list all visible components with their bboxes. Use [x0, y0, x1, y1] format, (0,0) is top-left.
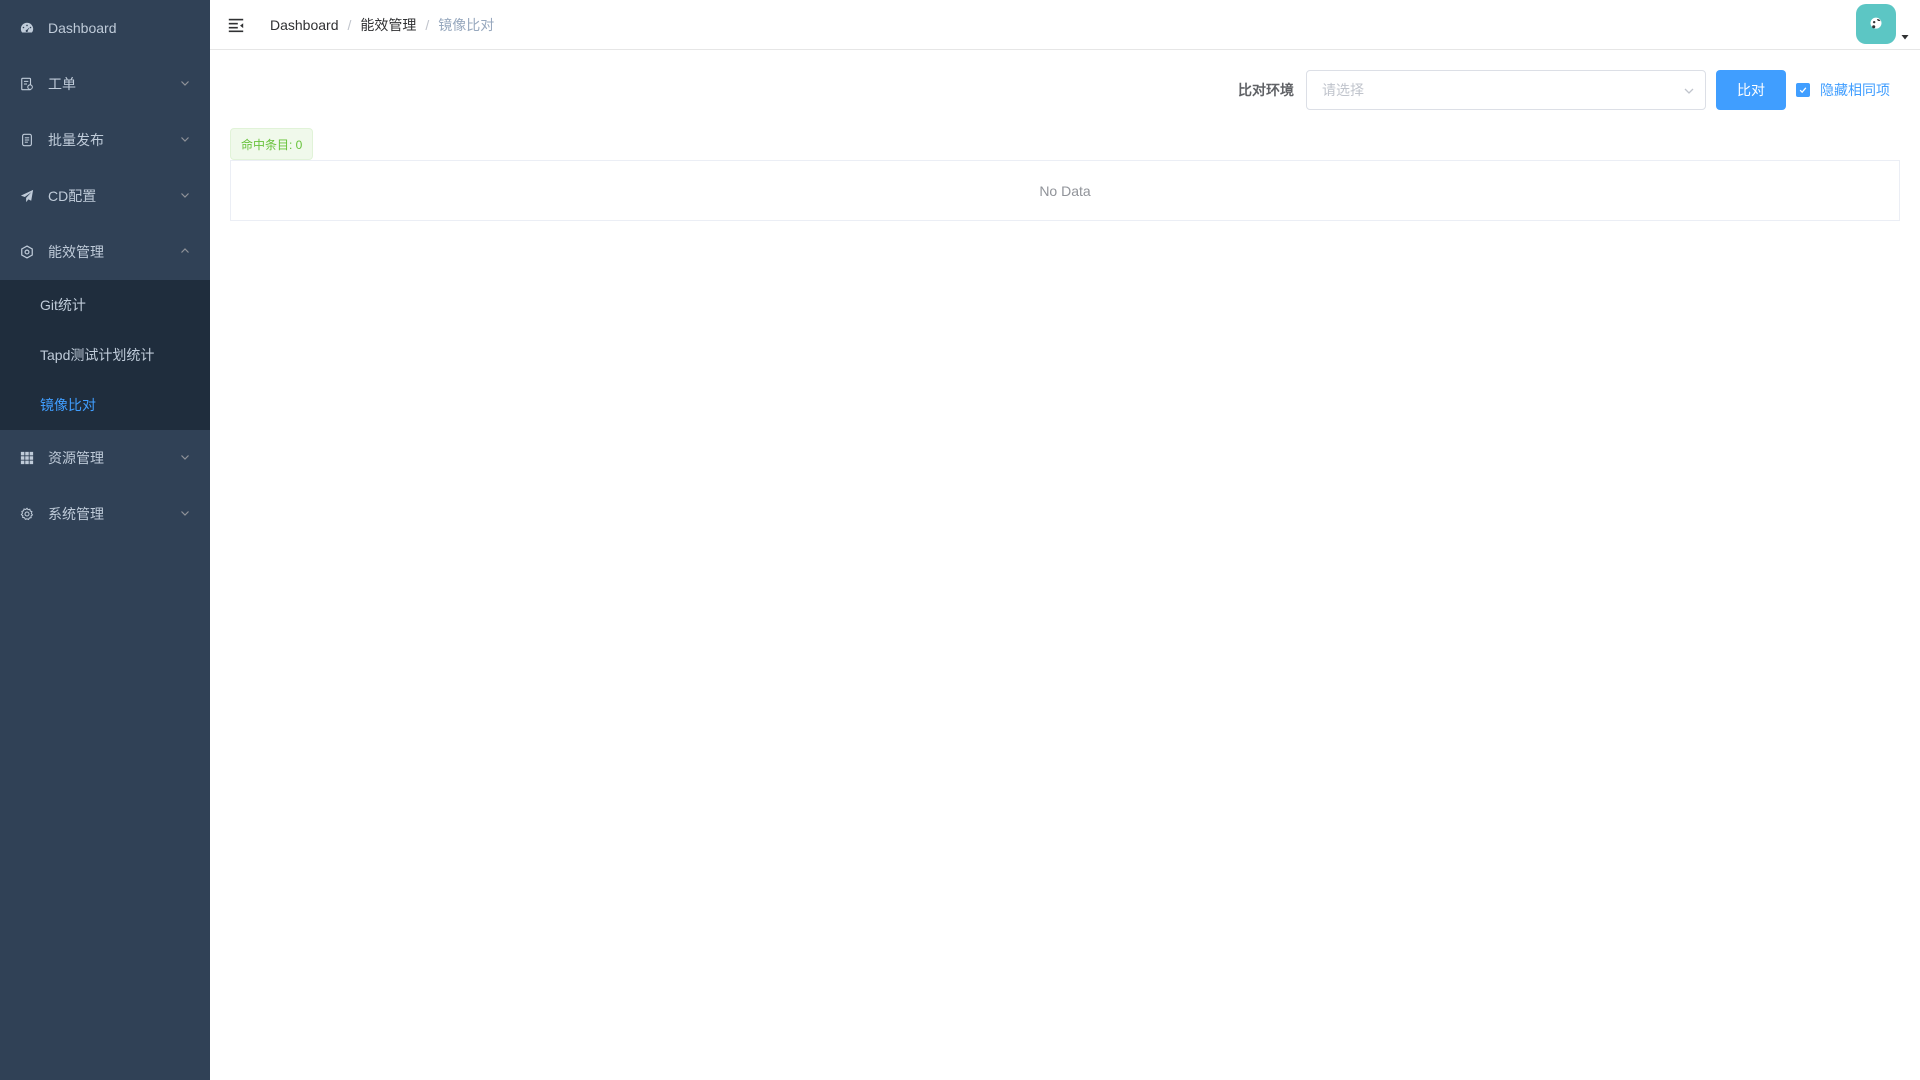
main-area: Dashboard / 能效管理 / 镜像比对 比对环境 请选择 比对 隐藏相同…	[210, 0, 1920, 1080]
breadcrumb-separator: /	[425, 16, 430, 33]
breadcrumb: Dashboard / 能效管理 / 镜像比对	[270, 15, 494, 35]
env-select[interactable]: 请选择	[1306, 70, 1706, 110]
breadcrumb-separator: /	[347, 16, 352, 33]
content: 比对环境 请选择 比对 隐藏相同项 命中条目: 0 No Data	[210, 50, 1920, 241]
chevron-down-icon	[180, 190, 190, 200]
sidebar-item-label: 能效管理	[48, 244, 104, 260]
efficiency-icon	[20, 245, 34, 259]
sidebar-item-system[interactable]: 系统管理	[0, 486, 210, 542]
env-select-placeholder: 请选择	[1322, 82, 1364, 98]
checkbox-checked-icon[interactable]	[1796, 83, 1810, 97]
chevron-down-icon	[180, 134, 190, 144]
chevron-down-icon	[1684, 88, 1694, 94]
submenu-item-git-stats[interactable]: Git统计	[0, 280, 210, 330]
sidebar-item-label: Dashboard	[48, 20, 117, 36]
sidebar-item-label: 批量发布	[48, 132, 104, 148]
results-table: No Data	[230, 160, 1900, 221]
breadcrumb-efficiency[interactable]: 能效管理	[360, 15, 416, 35]
sidebar-item-label: CD配置	[48, 188, 97, 204]
paper-plane-icon	[20, 189, 34, 203]
empty-state-text: No Data	[1039, 182, 1091, 199]
sidebar-item-resources[interactable]: 资源管理	[0, 430, 210, 486]
sidebar-item-cd-config[interactable]: CD配置	[0, 168, 210, 224]
sidebar-item-label: 工单	[48, 76, 76, 92]
batch-release-icon	[20, 133, 34, 147]
ticket-icon	[20, 77, 34, 91]
sidebar-item-label: 系统管理	[48, 506, 104, 522]
chevron-down-icon	[180, 508, 190, 518]
submenu-item-image-compare[interactable]: 镜像比对	[0, 380, 210, 430]
submenu-efficiency: Git统计 Tapd测试计划统计 镜像比对	[0, 280, 210, 430]
sidebar-item-tickets[interactable]: 工单	[0, 56, 210, 112]
breadcrumb-dashboard[interactable]: Dashboard	[270, 17, 339, 33]
hamburger-icon[interactable]	[226, 15, 246, 35]
sidebar-item-efficiency[interactable]: 能效管理	[0, 224, 210, 280]
avatar[interactable]	[1856, 4, 1896, 44]
sidebar-item-batch-release[interactable]: 批量发布	[0, 112, 210, 168]
chevron-down-icon	[180, 78, 190, 88]
grid-icon	[20, 451, 34, 465]
filter-bar: 比对环境 请选择 比对 隐藏相同项	[230, 70, 1890, 110]
env-label: 比对环境	[1238, 82, 1294, 98]
breadcrumb-current: 镜像比对	[438, 16, 495, 33]
dashboard-icon	[20, 21, 34, 35]
chevron-down-icon	[180, 452, 190, 462]
sidebar: Dashboard 工单 批量发布 CD配置 能效管理 Git统计 Tapd测试…	[0, 0, 210, 1080]
chevron-up-icon	[180, 246, 190, 256]
sidebar-item-dashboard[interactable]: Dashboard	[0, 0, 210, 56]
sidebar-item-label: 资源管理	[48, 450, 104, 466]
gear-icon	[20, 507, 34, 521]
caret-down-icon	[1901, 35, 1909, 40]
hide-same-label: 隐藏相同项	[1820, 82, 1890, 98]
navbar: Dashboard / 能效管理 / 镜像比对	[210, 0, 1920, 50]
submenu-item-tapd-stats[interactable]: Tapd测试计划统计	[0, 330, 210, 380]
hit-count-tag: 命中条目: 0	[230, 128, 314, 160]
hide-same-checkbox[interactable]: 隐藏相同项	[1796, 80, 1890, 100]
user-menu[interactable]	[1856, 4, 1910, 44]
compare-button[interactable]: 比对	[1716, 70, 1786, 110]
